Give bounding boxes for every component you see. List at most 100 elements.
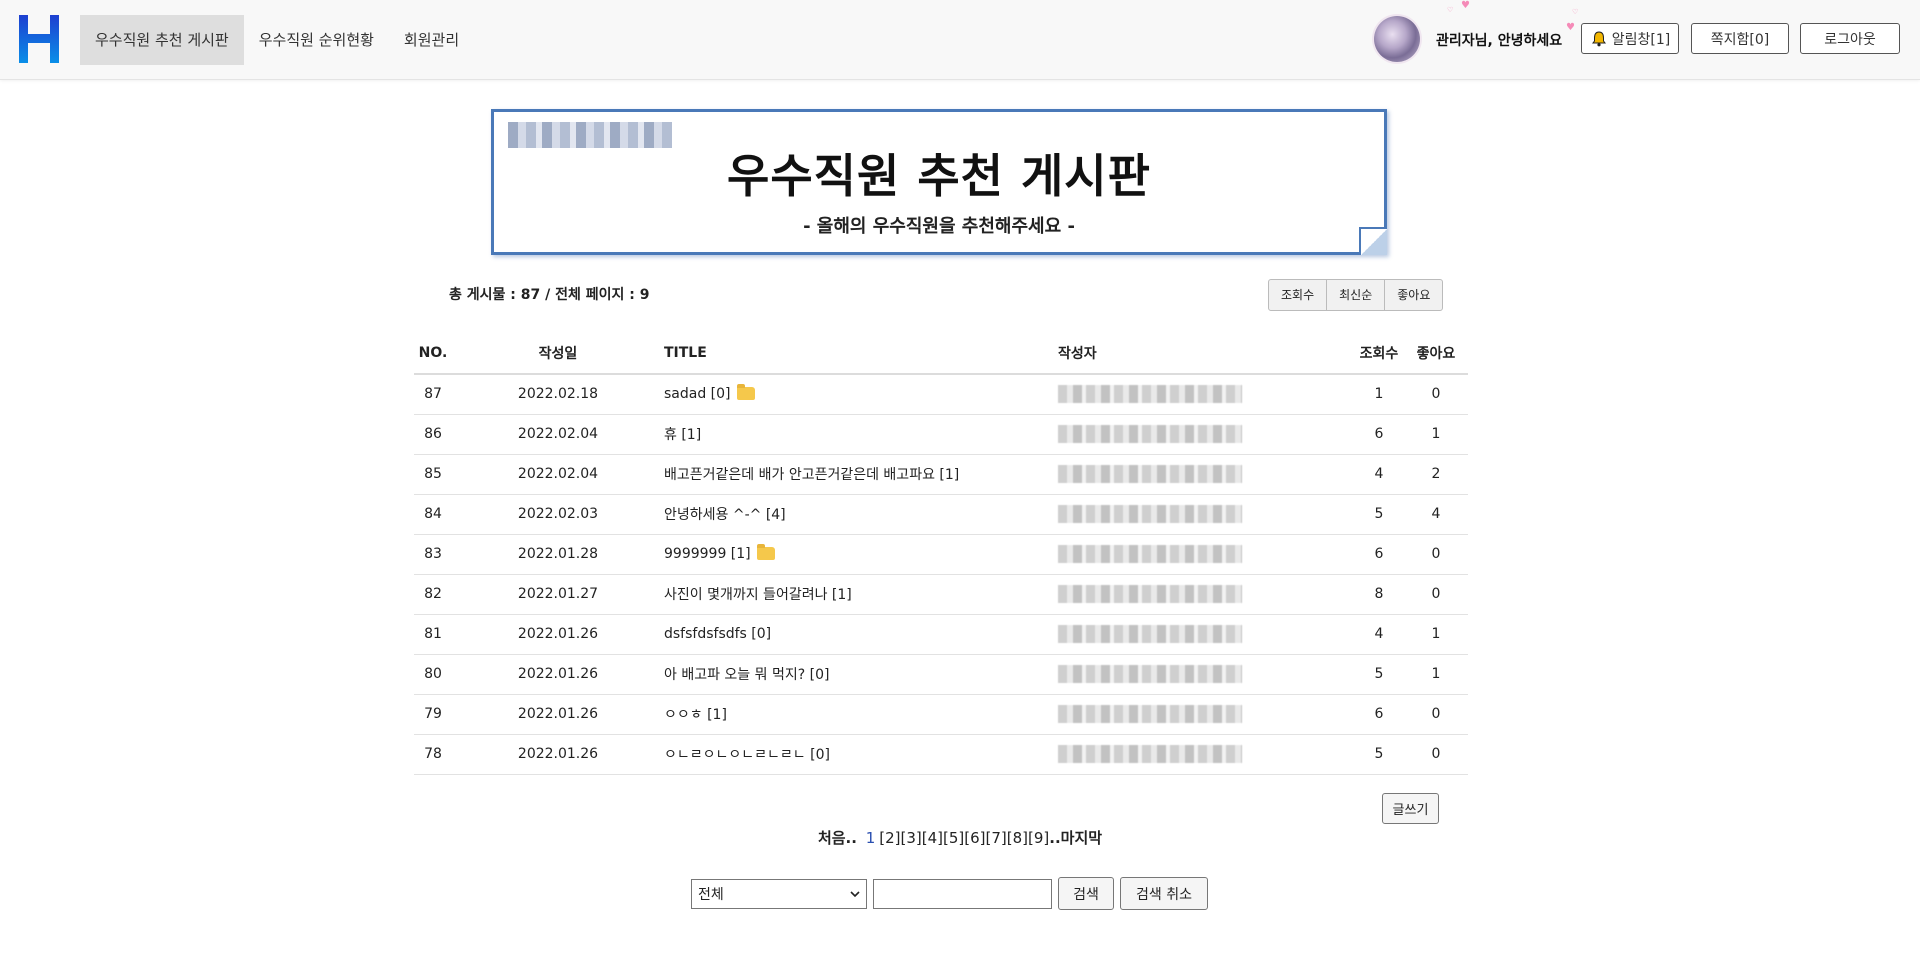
- writer-name-blurred: [1058, 585, 1242, 603]
- post-title-link[interactable]: ㅇㄴㄹㅇㄴㅇㄴㄹㄴㄹㄴ [0]: [664, 747, 830, 763]
- nav-item-member-management[interactable]: 회원관리: [389, 15, 474, 65]
- post-title-link[interactable]: 아 배고파 오늘 뭐 먹지? [0]: [664, 667, 829, 683]
- page-link[interactable]: [2]: [879, 829, 900, 847]
- row-title-cell: sadad [0]: [664, 374, 1058, 415]
- search-type-select[interactable]: 전체: [691, 879, 867, 909]
- row-date: 2022.02.18: [452, 374, 664, 415]
- row-no: 84: [414, 494, 452, 535]
- post-title-link[interactable]: sadad [0]: [664, 386, 731, 402]
- table-row[interactable]: 81 2022.01.26 dsfsfdsfsdfs [0] 4 1: [414, 614, 1468, 655]
- row-writer: [1058, 374, 1354, 415]
- sort-by-likes-button[interactable]: 좋아요: [1385, 280, 1442, 310]
- post-title-link[interactable]: dsfsfdsfsdfs [0]: [664, 626, 771, 642]
- board-table-body: 87 2022.02.18 sadad [0] 1 0 86 2022.02.04 휴 [1]…: [414, 374, 1468, 775]
- row-date: 2022.01.28: [452, 534, 664, 575]
- main-nav: 우수직원 추천 게시판 우수직원 순위현황 회원관리: [80, 15, 474, 65]
- row-title-cell: ㅇㄴㄹㅇㄴㅇㄴㄹㄴㄹㄴ [0]: [664, 734, 1058, 775]
- col-header-title: TITLE: [664, 333, 1058, 375]
- col-header-no: NO.: [414, 333, 452, 375]
- page-link[interactable]: [7]: [986, 829, 1007, 847]
- row-no: 80: [414, 654, 452, 695]
- writer-name-blurred: [1058, 665, 1242, 683]
- row-no: 81: [414, 614, 452, 655]
- post-title-link[interactable]: 9999999 [1]: [664, 546, 751, 562]
- page-link[interactable]: [9]: [1028, 829, 1049, 847]
- row-likes: 2: [1404, 454, 1468, 495]
- site-logo[interactable]: [19, 15, 59, 63]
- row-no: 85: [414, 454, 452, 495]
- row-likes: 1: [1404, 614, 1468, 655]
- sort-by-latest-button[interactable]: 최신순: [1327, 280, 1386, 310]
- table-row[interactable]: 82 2022.01.27 사진이 몇개까지 들어갈려나 [1] 8 0: [414, 574, 1468, 615]
- page-link[interactable]: [3]: [901, 829, 922, 847]
- row-no: 82: [414, 574, 452, 615]
- row-title-cell: 사진이 몇개까지 들어갈려나 [1]: [664, 574, 1058, 615]
- row-views: 4: [1354, 614, 1404, 655]
- page-first-link[interactable]: 처음..: [818, 829, 857, 847]
- row-likes: 1: [1404, 654, 1468, 695]
- row-date: 2022.02.04: [452, 414, 664, 455]
- search-cancel-button[interactable]: 검색 취소: [1120, 877, 1208, 910]
- table-row[interactable]: 84 2022.02.03 안녕하세용 ^-^ [4] 5 4: [414, 494, 1468, 535]
- row-likes: 4: [1404, 494, 1468, 535]
- write-post-button[interactable]: 글쓰기: [1382, 793, 1439, 824]
- table-row[interactable]: 86 2022.02.04 휴 [1] 6 1: [414, 414, 1468, 455]
- search-button[interactable]: 검색: [1058, 877, 1114, 910]
- writer-name-blurred: [1058, 705, 1242, 723]
- row-title-cell: 배고픈거같은데 배가 안고픈거같은데 배고파요 [1]: [664, 454, 1058, 495]
- row-writer: [1058, 694, 1354, 735]
- post-title-link[interactable]: 휴 [1]: [664, 427, 701, 443]
- row-likes: 0: [1404, 374, 1468, 415]
- row-likes: 1: [1404, 414, 1468, 455]
- row-views: 4: [1354, 454, 1404, 495]
- page-fold-decoration: [1359, 227, 1387, 255]
- alarm-button[interactable]: 알림창[1]: [1581, 23, 1679, 54]
- folder-icon: [756, 544, 775, 560]
- row-title-cell: 아 배고파 오늘 뭐 먹지? [0]: [664, 654, 1058, 695]
- row-writer: [1058, 534, 1354, 575]
- row-views: 6: [1354, 694, 1404, 735]
- table-row[interactable]: 87 2022.02.18 sadad [0] 1 0: [414, 374, 1468, 415]
- search-input[interactable]: [873, 879, 1052, 909]
- post-title-link[interactable]: 안녕하세용 ^-^ [4]: [664, 507, 786, 523]
- table-row[interactable]: 80 2022.01.26 아 배고파 오늘 뭐 먹지? [0] 5 1: [414, 654, 1468, 695]
- writer-name-blurred: [1058, 385, 1242, 404]
- page-link[interactable]: [5]: [943, 829, 964, 847]
- row-date: 2022.01.27: [452, 574, 664, 615]
- table-row[interactable]: 83 2022.01.28 9999999 [1] 6 0: [414, 534, 1468, 575]
- row-title-cell: 휴 [1]: [664, 414, 1058, 455]
- table-row[interactable]: 85 2022.02.04 배고픈거같은데 배가 안고픈거같은데 배고파요 [1] 4…: [414, 454, 1468, 495]
- nav-item-recommend-board[interactable]: 우수직원 추천 게시판: [80, 15, 244, 65]
- row-date: 2022.01.26: [452, 734, 664, 775]
- page-link[interactable]: [4]: [922, 829, 943, 847]
- writer-name-blurred: [1058, 505, 1242, 523]
- row-views: 1: [1354, 374, 1404, 415]
- post-title-link[interactable]: 사진이 몇개까지 들어갈려나 [1]: [664, 587, 852, 603]
- row-date: 2022.01.26: [452, 694, 664, 735]
- col-header-writer: 작성자: [1058, 333, 1354, 375]
- col-header-views: 조회수: [1354, 333, 1404, 375]
- writer-name-blurred: [1058, 745, 1242, 763]
- avatar[interactable]: [1374, 16, 1420, 62]
- sort-by-views-button[interactable]: 조회수: [1269, 280, 1328, 310]
- table-row[interactable]: 78 2022.01.26 ㅇㄴㄹㅇㄴㅇㄴㄹㄴㄹㄴ [0] 5 0: [414, 734, 1468, 775]
- table-row[interactable]: 79 2022.01.26 ㅇㅇㅎ [1] 6 0: [414, 694, 1468, 735]
- nav-item-ranking[interactable]: 우수직원 순위현황: [244, 15, 389, 65]
- row-no: 78: [414, 734, 452, 775]
- page-last-link[interactable]: ..마지막: [1049, 829, 1102, 847]
- logout-button[interactable]: 로그아웃: [1800, 23, 1900, 54]
- row-date: 2022.02.03: [452, 494, 664, 535]
- row-date: 2022.01.26: [452, 614, 664, 655]
- post-title-link[interactable]: ㅇㅇㅎ [1]: [664, 707, 727, 723]
- row-writer: [1058, 494, 1354, 535]
- message-box-button[interactable]: 쪽지함[0]: [1691, 23, 1789, 54]
- row-title-cell: 안녕하세용 ^-^ [4]: [664, 494, 1058, 535]
- col-header-likes: 좋아요: [1404, 333, 1468, 375]
- page-link[interactable]: [6]: [964, 829, 985, 847]
- row-likes: 0: [1404, 694, 1468, 735]
- banner-title: 우수직원 추천 게시판: [727, 149, 1151, 203]
- page-link[interactable]: [8]: [1007, 829, 1028, 847]
- folder-icon: [736, 384, 755, 401]
- row-writer: [1058, 574, 1354, 615]
- post-title-link[interactable]: 배고픈거같은데 배가 안고픈거같은데 배고파요 [1]: [664, 467, 959, 483]
